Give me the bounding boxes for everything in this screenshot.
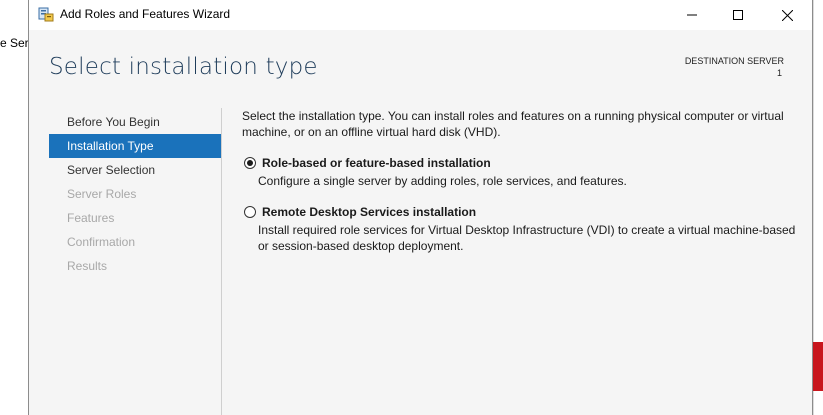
remote-desktop-radio[interactable] [244, 206, 256, 218]
wizard-window: Add Roles and Features Wizard Select ins… [28, 0, 813, 415]
remote-desktop-description: Install required role services for Virtu… [258, 223, 796, 253]
role-based-radio-row[interactable]: Role-based or feature-based installation [242, 154, 802, 172]
maximize-button[interactable] [715, 0, 761, 30]
nav-item-features: Features [67, 211, 115, 225]
destination-server-label: DESTINATION SERVER [684, 56, 784, 66]
close-icon [781, 9, 793, 21]
server-manager-icon [38, 6, 54, 22]
minimize-icon [687, 10, 697, 20]
wizard-steps-nav: Before You Begin Installation Type Serve… [49, 110, 221, 278]
close-button[interactable] [764, 0, 810, 30]
nav-item-before-you-begin[interactable]: Before You Begin [49, 110, 221, 134]
remote-desktop-label[interactable]: Remote Desktop Services installation [262, 205, 476, 219]
destination-server-value: 1 [776, 68, 782, 78]
option-role-based: Role-based or feature-based installation… [242, 154, 802, 189]
nav-item-server-selection[interactable]: Server Selection [49, 158, 221, 182]
maximize-icon [733, 10, 743, 20]
nav-item-confirmation: Confirmation [67, 235, 136, 249]
background-red-block [813, 342, 823, 391]
nav-item-results: Results [67, 259, 108, 273]
remote-desktop-radio-row[interactable]: Remote Desktop Services installation [242, 203, 802, 221]
intro-text: Select the installation type. You can in… [242, 109, 784, 139]
option-remote-desktop: Remote Desktop Services installation Ins… [242, 203, 802, 254]
role-based-description: Configure a single server by adding role… [258, 174, 627, 188]
nav-item-server-roles: Server Roles [67, 187, 137, 201]
background-window-text: e Ser [0, 36, 29, 50]
window-title: Add Roles and Features Wizard [60, 7, 231, 21]
nav-item-installation-type[interactable]: Installation Type [49, 134, 221, 158]
minimize-button[interactable] [669, 0, 715, 30]
nav-divider [221, 108, 222, 415]
role-based-label[interactable]: Role-based or feature-based installation [262, 156, 491, 170]
title-bar[interactable]: Add Roles and Features Wizard [29, 0, 812, 30]
main-content: Select the installation type. You can in… [242, 108, 802, 254]
role-based-radio[interactable] [244, 157, 256, 169]
page-title: Select installation type [49, 54, 318, 80]
